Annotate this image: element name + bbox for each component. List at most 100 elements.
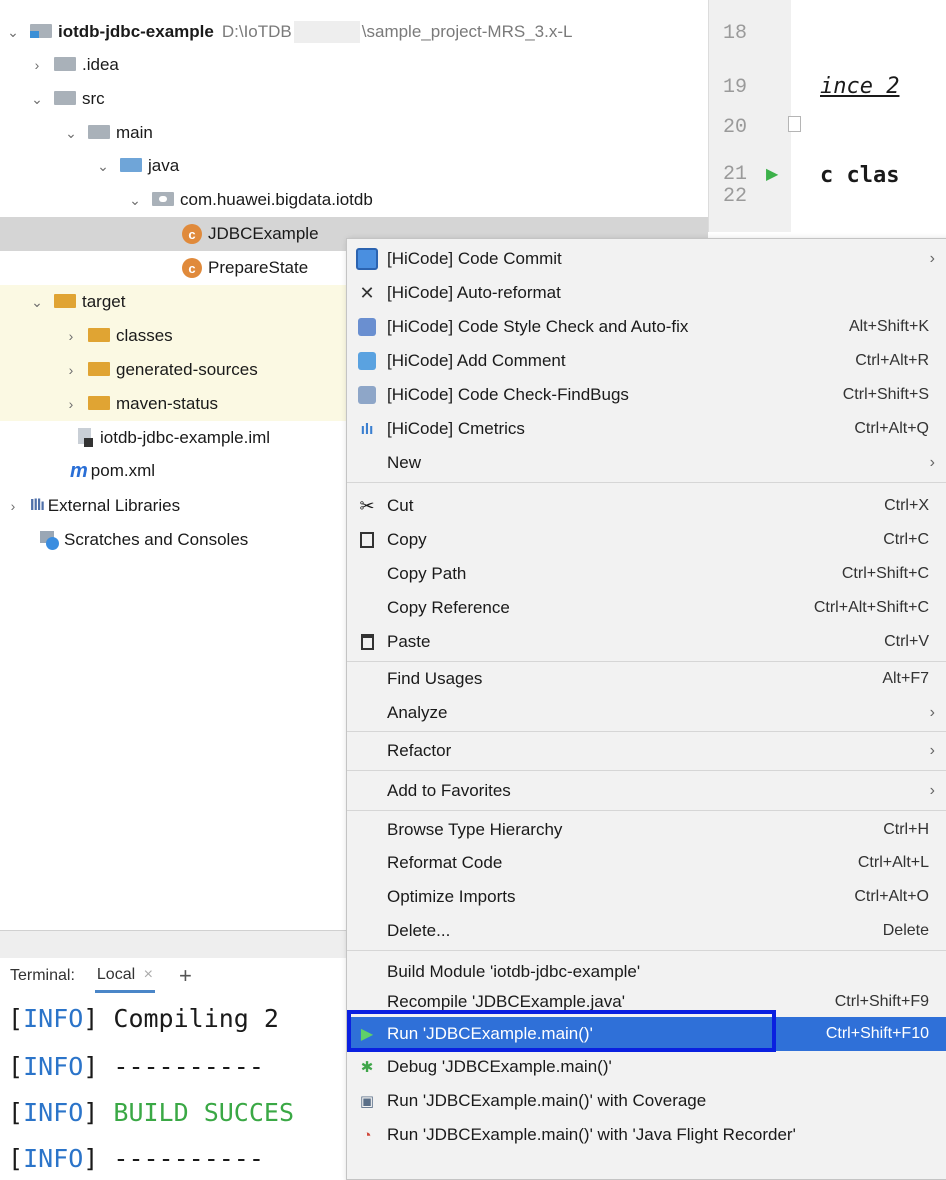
tree-item-label: java (148, 156, 180, 175)
menu-item-add-comment[interactable]: [HiCode] Add Comment Ctrl+Alt+R (347, 344, 946, 378)
line-gutter: 18 19 20 21 22 ▶ (708, 0, 801, 232)
maven-icon: m (70, 459, 88, 482)
root-path-left: D:\IoTDB (221, 22, 292, 41)
chevron-right-icon[interactable]: › (64, 396, 78, 412)
tree-item-label: Scratches and Consoles (64, 530, 249, 549)
commit-icon (356, 248, 378, 270)
code-editor[interactable]: 18 19 20 21 22 ▶ ince 2 c clas (708, 0, 946, 232)
line-number: 19 (723, 76, 748, 99)
style-check-icon (358, 318, 376, 336)
debug-icon: ✱ (360, 1059, 374, 1076)
chevron-right-icon[interactable]: › (6, 498, 20, 514)
menu-item-build-module[interactable]: Build Module 'iotdb-jdbc-example' (347, 955, 946, 989)
line-number: 20 (723, 116, 748, 139)
menu-item-copy-path[interactable]: Copy Path Ctrl+Shift+C (347, 557, 946, 591)
menu-separator (347, 950, 946, 951)
tree-item-label: .idea (82, 55, 119, 74)
menu-item-refactor[interactable]: Refactor › (347, 734, 946, 768)
tree-item-label: com.huawei.bigdata.iotdb (180, 190, 373, 209)
excluded-folder-icon (88, 328, 110, 342)
fold-icon[interactable] (788, 116, 801, 132)
menu-item-run-jfr[interactable]: ◔ Run 'JDBCExample.main()' with 'Java Fl… (347, 1118, 946, 1152)
chevron-down-icon[interactable]: ⌄ (6, 24, 20, 41)
menu-item-paste[interactable]: Paste Ctrl+V (347, 625, 946, 659)
excluded-folder-icon (54, 294, 76, 308)
menu-item-findbugs[interactable]: [HiCode] Code Check-FindBugs Ctrl+Shift+… (347, 378, 946, 412)
excluded-folder-icon (88, 396, 110, 410)
menu-item-auto-reformat[interactable]: ✕ [HiCode] Auto-reformat (347, 276, 946, 310)
close-icon[interactable]: × (144, 966, 153, 983)
run-gutter-icon[interactable]: ▶ (766, 164, 778, 184)
line-number: 18 (723, 22, 748, 45)
menu-item-style-check[interactable]: [HiCode] Code Style Check and Auto-fix A… (347, 310, 946, 344)
tree-item-java[interactable]: ⌄ java (0, 149, 708, 183)
menu-separator (347, 810, 946, 811)
menu-separator (347, 770, 946, 771)
context-menu: [HiCode] Code Commit › ✕ [HiCode] Auto-r… (346, 238, 946, 1180)
root-name: iotdb-jdbc-example (58, 22, 214, 41)
cut-icon: ✂ (359, 495, 375, 516)
menu-item-analyze[interactable]: Analyze › (347, 696, 946, 730)
tree-item-label: External Libraries (47, 496, 181, 515)
cmetrics-icon: ılı (360, 420, 374, 438)
menu-item-copy[interactable]: Copy Ctrl+C (347, 523, 946, 557)
menu-item-cmetrics[interactable]: ılı [HiCode] Cmetrics Ctrl+Alt+Q (347, 412, 946, 446)
menu-item-add-favorites[interactable]: Add to Favorites › (347, 774, 946, 808)
chevron-right-icon[interactable]: › (64, 328, 78, 344)
terminal-tab-local[interactable]: Local × (94, 960, 155, 993)
menu-item-debug[interactable]: ✱ Debug 'JDBCExample.main()' (347, 1050, 946, 1084)
menu-item-find-usages[interactable]: Find Usages Alt+F7 (347, 662, 946, 696)
menu-item-delete[interactable]: Delete... Delete (347, 914, 946, 948)
folder-icon (54, 91, 76, 105)
class-icon: c (182, 258, 202, 278)
tree-item-main[interactable]: ⌄ main (0, 116, 708, 150)
tree-item-label: target (82, 292, 126, 311)
menu-item-run[interactable]: ▶ Run 'JDBCExample.main()' Ctrl+Shift+F1… (347, 1010, 946, 1052)
menu-item-browse-hierarchy[interactable]: Browse Type Hierarchy Ctrl+H (347, 813, 946, 847)
chevron-down-icon[interactable]: ⌄ (30, 91, 44, 108)
menu-item-recompile[interactable]: Recompile 'JDBCExample.java' Ctrl+Shift+… (347, 985, 946, 1019)
terminal-line: [INFO] ---------- (8, 1144, 264, 1173)
line-number: 22 (723, 185, 748, 208)
submenu-arrow-icon: › (929, 782, 935, 799)
menu-item-code-commit[interactable]: [HiCode] Code Commit › (347, 242, 946, 276)
findbugs-icon (358, 386, 376, 404)
run-icon: ▶ (360, 1026, 374, 1043)
module-file-icon (76, 428, 94, 448)
terminal-line: [INFO] BUILD SUCCES (8, 1098, 295, 1127)
excluded-folder-icon (88, 362, 110, 376)
menu-item-run-coverage[interactable]: ▣ Run 'JDBCExample.main()' with Coverage (347, 1084, 946, 1118)
tree-item-label: PrepareState (208, 258, 309, 277)
chevron-down-icon[interactable]: ⌄ (96, 158, 110, 175)
menu-item-cut[interactable]: ✂ Cut Ctrl+X (347, 489, 946, 523)
add-tab-icon[interactable]: + (179, 963, 192, 989)
chevron-down-icon[interactable]: ⌄ (64, 125, 78, 142)
chevron-right-icon[interactable]: › (30, 57, 44, 73)
line-number: 21 (723, 163, 748, 186)
source-folder-icon (120, 158, 142, 172)
menu-item-optimize-imports[interactable]: Optimize Imports Ctrl+Alt+O (347, 880, 946, 914)
tree-item-package[interactable]: ⌄ com.huawei.bigdata.iotdb (0, 183, 708, 217)
chevron-down-icon[interactable]: ⌄ (30, 294, 44, 311)
menu-item-reformat-code[interactable]: Reformat Code Ctrl+Alt+L (347, 846, 946, 880)
code-line-21: c clas (820, 163, 900, 188)
tree-item-idea[interactable]: › .idea (0, 48, 708, 82)
chevron-right-icon[interactable]: › (64, 362, 78, 378)
menu-item-new[interactable]: New › (347, 446, 946, 480)
menu-item-copy-reference[interactable]: Copy Reference Ctrl+Alt+Shift+C (347, 591, 946, 625)
tree-item-root[interactable]: ⌄ iotdb-jdbc-example D:\IoTDB \sample_pr… (0, 15, 708, 49)
tree-item-label: classes (116, 326, 173, 345)
submenu-arrow-icon: › (929, 250, 935, 267)
code-line-19: ince 2 (820, 74, 900, 99)
tree-item-src[interactable]: ⌄ src (0, 82, 708, 116)
folder-icon (54, 57, 76, 71)
submenu-arrow-icon: › (929, 454, 935, 471)
submenu-arrow-icon: › (929, 742, 935, 759)
terminal-label: Terminal: (10, 967, 75, 984)
menu-separator (347, 482, 946, 483)
chevron-down-icon[interactable]: ⌄ (128, 192, 142, 209)
class-icon: c (182, 224, 202, 244)
package-icon (152, 192, 174, 206)
redacted-block (293, 21, 360, 43)
terminal-line: [INFO] Compiling 2 (8, 1004, 279, 1033)
